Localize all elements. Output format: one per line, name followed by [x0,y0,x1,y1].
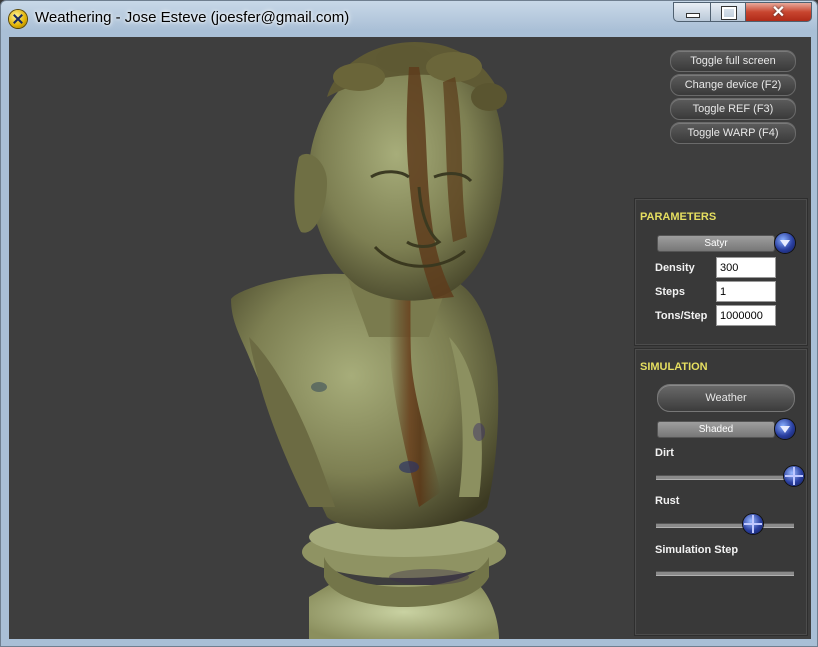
minimize-button[interactable] [673,2,711,22]
parameters-panel: PARAMETERS Satyr Density Steps Tons/Step [635,199,807,345]
window-title: Weathering - Jose Esteve (joesfer@gmail.… [35,9,350,26]
model-select[interactable]: Satyr [657,235,775,252]
tons-per-step-field[interactable] [716,305,776,326]
app-window: Weathering - Jose Esteve (joesfer@gmail.… [0,0,818,647]
title-bar[interactable]: Weathering - Jose Esteve (joesfer@gmail.… [1,1,817,35]
density-field[interactable] [716,257,776,278]
chevron-down-icon[interactable] [775,233,795,253]
weather-button[interactable]: Weather [657,384,795,412]
dirt-slider-track[interactable] [656,475,794,480]
parameters-title: PARAMETERS [640,211,717,223]
simulation-title: SIMULATION [640,361,708,373]
render-mode-select[interactable]: Shaded [657,421,775,438]
maximize-button[interactable] [710,2,746,22]
tons-per-step-label: Tons/Step [655,310,708,322]
simulation-step-label: Simulation Step [655,544,739,556]
simulation-step-slider-track[interactable] [656,571,794,576]
maximize-icon [722,7,736,19]
close-icon: ✕ [771,4,786,21]
dirt-slider-thumb-icon[interactable] [784,466,804,486]
rust-label: Rust [655,495,680,507]
minimize-icon [687,14,699,17]
simulation-panel: SIMULATION Weather Shaded Dirt Rust Simu… [635,349,807,635]
dirt-label: Dirt [655,447,674,459]
toggle-fullscreen-button[interactable]: Toggle full screen [670,50,796,72]
rust-slider-track[interactable] [656,523,794,528]
change-device-button[interactable]: Change device (F2) [670,74,796,96]
app-logo-icon[interactable] [9,10,27,28]
chevron-down-icon[interactable] [775,419,795,439]
toggle-warp-button[interactable]: Toggle WARP (F4) [670,122,796,144]
render-viewport[interactable]: Toggle full screen Change device (F2) To… [9,37,811,639]
rust-slider-thumb-icon[interactable] [742,514,763,534]
toggle-ref-button[interactable]: Toggle REF (F3) [670,98,796,120]
close-button[interactable]: ✕ [745,2,812,22]
steps-field[interactable] [716,281,776,302]
density-label: Density [655,262,695,274]
steps-label: Steps [655,286,685,298]
